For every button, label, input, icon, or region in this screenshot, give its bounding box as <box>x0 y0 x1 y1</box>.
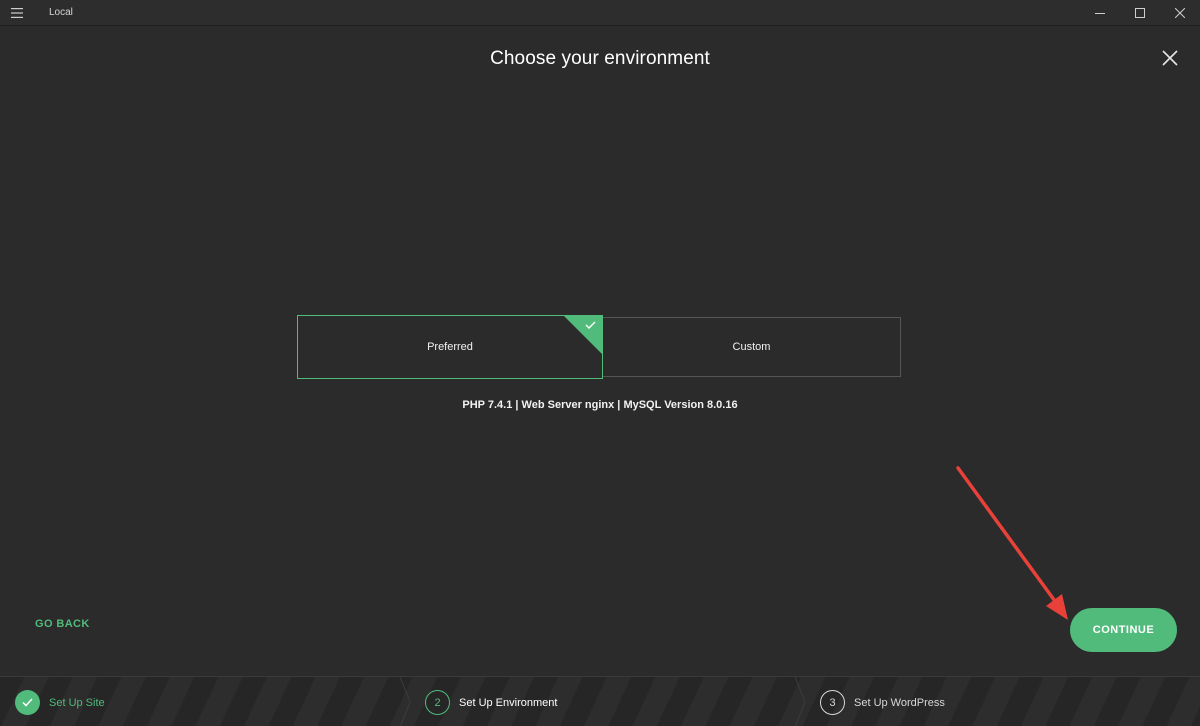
step-label: Set Up Site <box>49 696 105 709</box>
continue-button[interactable]: CONTINUE <box>1070 608 1177 652</box>
go-back-button[interactable]: GO BACK <box>35 618 90 630</box>
chevron-right-icon <box>399 677 411 726</box>
steps-bar: Set Up Site 2 Set Up Environment 3 Set U… <box>0 676 1200 726</box>
page-title: Choose your environment <box>490 48 710 69</box>
title-bar: Local <box>0 0 1200 26</box>
window-controls <box>1080 0 1200 26</box>
option-custom-label: Custom <box>732 341 771 353</box>
annotation-arrow <box>956 466 1068 620</box>
option-preferred-label: Preferred <box>427 341 473 353</box>
step-set-up-environment: 2 Set Up Environment <box>425 690 557 715</box>
step-label: Set Up Environment <box>459 696 558 709</box>
close-icon[interactable] <box>1158 46 1182 70</box>
environment-summary: PHP 7.4.1 | Web Server nginx | MySQL Ver… <box>462 399 738 411</box>
chevron-right-icon <box>794 677 806 726</box>
option-preferred[interactable]: Preferred <box>297 315 603 379</box>
app-window: Local Choose your environment Preferred <box>0 0 1200 726</box>
step-set-up-wordpress: 3 Set Up WordPress <box>820 690 945 715</box>
step-label: Set Up WordPress <box>854 696 945 709</box>
environment-options: Preferred Custom <box>297 315 901 379</box>
step-set-up-site: Set Up Site <box>15 690 105 715</box>
close-window-icon[interactable] <box>1160 0 1200 26</box>
check-icon <box>15 690 40 715</box>
step-number: 3 <box>820 690 845 715</box>
step-number: 2 <box>425 690 450 715</box>
minimize-icon[interactable] <box>1080 0 1120 26</box>
check-icon <box>564 316 602 354</box>
main-panel: Choose your environment Preferred Custom… <box>0 26 1200 676</box>
maximize-icon[interactable] <box>1120 0 1160 26</box>
window-title: Local <box>49 7 73 18</box>
option-custom[interactable]: Custom <box>602 317 901 377</box>
hamburger-icon[interactable] <box>0 0 34 26</box>
